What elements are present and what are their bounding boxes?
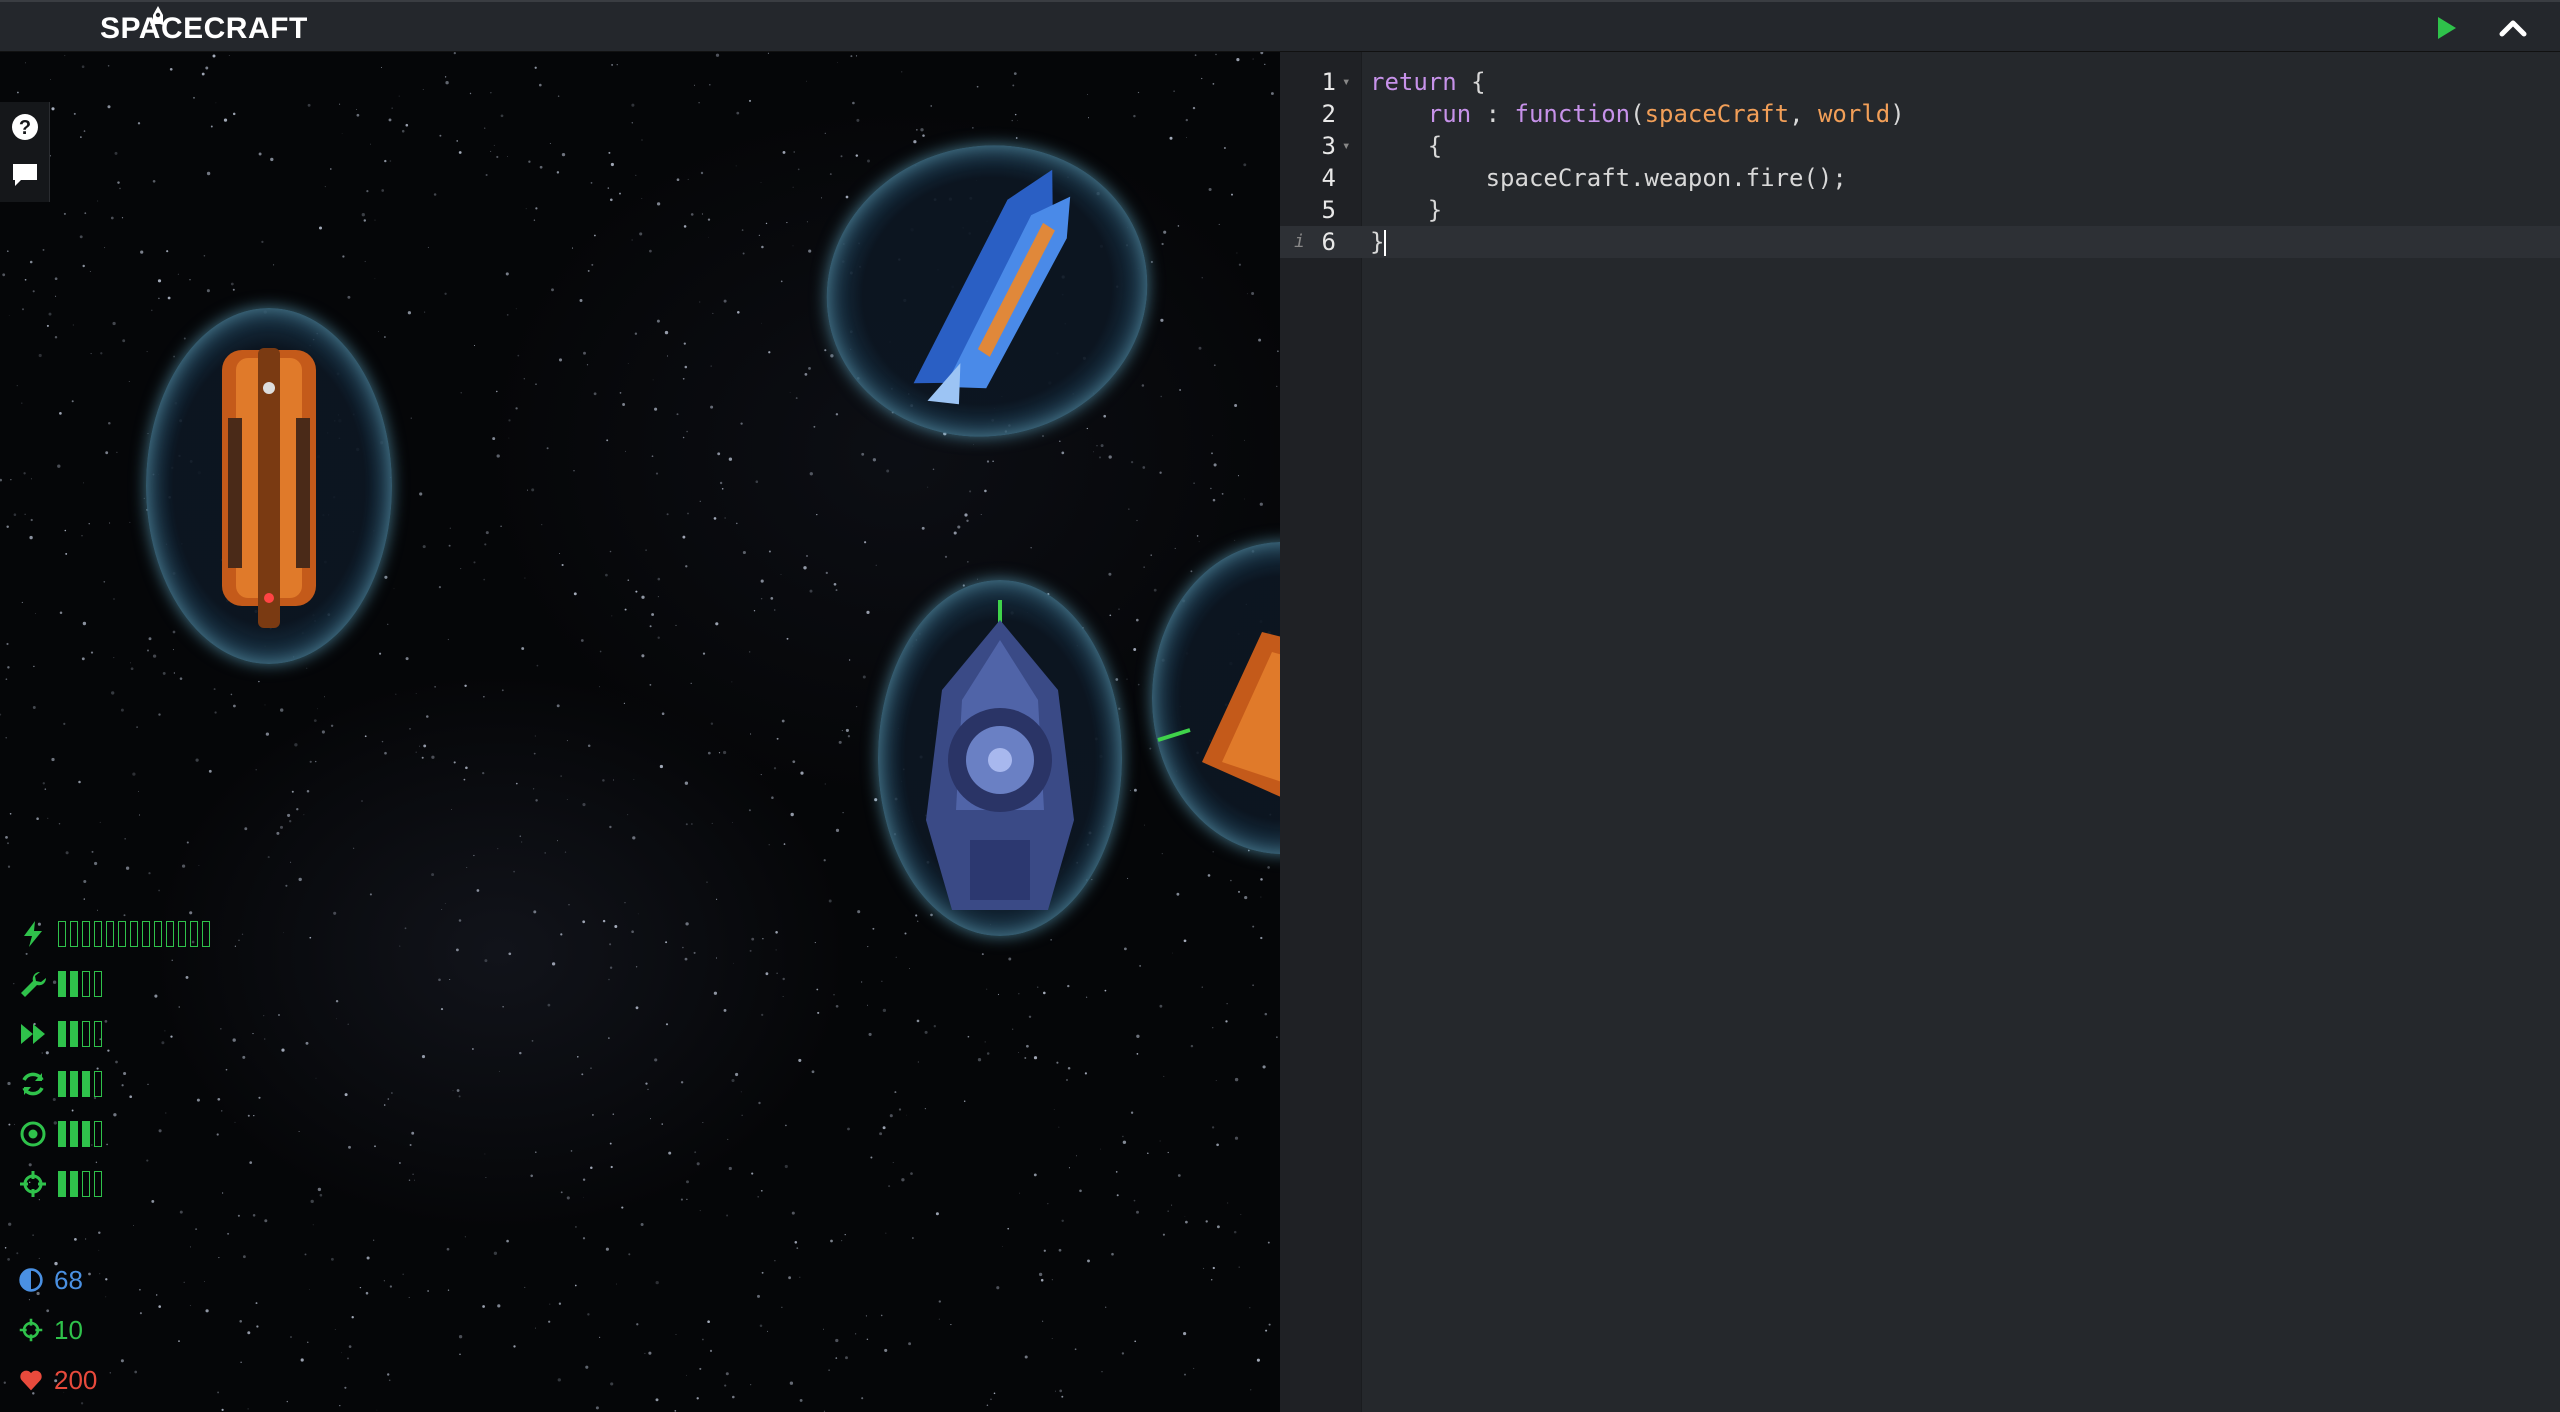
wrench-icon [21, 971, 47, 997]
stat-bar [58, 1071, 66, 1097]
stat-bar [58, 1121, 66, 1147]
stat-bar [94, 1121, 102, 1147]
code-text: } [1370, 196, 1443, 224]
stat-bar [70, 1071, 78, 1097]
resource-row: 68 [18, 1262, 83, 1298]
collapse-button[interactable] [2498, 16, 2528, 40]
stat-bar [202, 921, 210, 947]
resource-row: 10 [18, 1312, 83, 1348]
stat-bar [58, 1171, 66, 1197]
stat-bar [82, 1071, 90, 1097]
stat-bar [82, 1021, 90, 1047]
line-number: 2 [1321, 100, 1336, 128]
stat-row [18, 1116, 102, 1152]
line-number: 4 [1321, 164, 1336, 192]
code-text: } [1370, 228, 1387, 256]
stat-bar [82, 1171, 90, 1197]
rocket-icon [150, 6, 166, 26]
stat-bar [154, 921, 162, 947]
stat-bars [58, 1021, 102, 1047]
fold-toggle-icon[interactable]: ▾ [1342, 130, 1350, 162]
stat-bars [58, 921, 210, 947]
crosshair-icon [20, 1171, 46, 1197]
code-line[interactable]: 5 } [1280, 194, 2560, 226]
svg-text:?: ? [19, 117, 31, 139]
stat-bars [58, 1071, 102, 1097]
shield-half-icon [19, 1268, 43, 1292]
stat-row [18, 1066, 102, 1102]
code-line[interactable]: 2 run : function(spaceCraft, world) [1280, 98, 2560, 130]
code-editor[interactable]: 1 ▾ return {2 run : function(spaceCraft, w… [1280, 52, 2560, 1412]
code-line[interactable]: 1 ▾ return { [1280, 66, 2560, 98]
stat-bar [70, 1121, 78, 1147]
stat-row [18, 1016, 102, 1052]
stat-bar [94, 921, 102, 947]
stat-bar [94, 1021, 102, 1047]
code-text: { [1370, 132, 1443, 160]
stat-bar [166, 921, 174, 947]
code-text: return { [1370, 68, 1486, 96]
fold-toggle-icon[interactable]: ▾ [1342, 66, 1350, 98]
comment-icon[interactable] [10, 160, 40, 190]
code-text: spaceCraft.weapon.fire(); [1370, 164, 1847, 192]
info-icon: i [1294, 231, 1305, 252]
orange-ship-icon [1157, 632, 1280, 797]
stat-bar [94, 1171, 102, 1197]
question-circle-icon[interactable]: ? [10, 112, 40, 142]
stat-bar [70, 971, 78, 997]
stat-bar [70, 1171, 78, 1197]
stat-bar [70, 921, 78, 947]
code-line[interactable]: 3 ▾ { [1280, 130, 2560, 162]
stat-bar [82, 921, 90, 947]
ship-blue-center[interactable] [878, 580, 1122, 936]
resource-value: 68 [54, 1264, 83, 1295]
ship-orange-right[interactable] [1152, 542, 1280, 854]
stat-bar [142, 921, 150, 947]
stat-bar [58, 971, 66, 997]
stat-bar [190, 921, 198, 947]
stat-bars [58, 971, 102, 997]
stat-bar [82, 1121, 90, 1147]
line-number: 1 [1321, 68, 1336, 96]
stat-bar [130, 921, 138, 947]
stat-row [18, 916, 210, 952]
text-cursor [1384, 230, 1387, 256]
stat-row [18, 1166, 102, 1202]
refresh-icon [22, 1072, 44, 1096]
top-bar: SPACECRAFT [0, 0, 2560, 52]
crosshair-icon [19, 1318, 43, 1342]
bolt-icon [24, 921, 42, 947]
stat-bar [82, 971, 90, 997]
stat-bar [58, 1021, 66, 1047]
ship-orange-left[interactable] [146, 308, 392, 664]
orange-ship-icon [222, 348, 316, 628]
heart-icon [20, 1370, 42, 1391]
stat-bar [118, 921, 126, 947]
run-button[interactable] [2432, 14, 2460, 42]
resource-row: 200 [18, 1362, 97, 1398]
fast-forward-icon [21, 1024, 45, 1044]
stat-bar [58, 921, 66, 947]
stat-bar [178, 921, 186, 947]
code-line[interactable]: 4 spaceCraft.weapon.fire(); [1280, 162, 2560, 194]
line-number: 3 [1321, 132, 1336, 160]
stat-row [18, 966, 102, 1002]
code-text: run : function(spaceCraft, world) [1427, 100, 1905, 128]
line-number: 5 [1321, 196, 1336, 224]
stat-bar [106, 921, 114, 947]
resource-value: 10 [54, 1314, 83, 1345]
target-icon [20, 1121, 46, 1147]
side-toolbar: ? [0, 102, 50, 202]
stat-bar [70, 1021, 78, 1047]
resource-value: 200 [54, 1364, 98, 1395]
stat-bars [58, 1171, 102, 1197]
stat-bars [58, 1121, 102, 1147]
game-canvas[interactable]: ? 68 10 200 [0, 52, 1280, 1412]
line-number: 6 [1321, 228, 1336, 256]
code-line[interactable]: 6 i} [1280, 226, 2560, 258]
app-logo: SPACECRAFT [100, 12, 308, 45]
blue-cruiser-icon [926, 600, 1074, 910]
stat-bar [94, 1071, 102, 1097]
stat-bar [94, 971, 102, 997]
